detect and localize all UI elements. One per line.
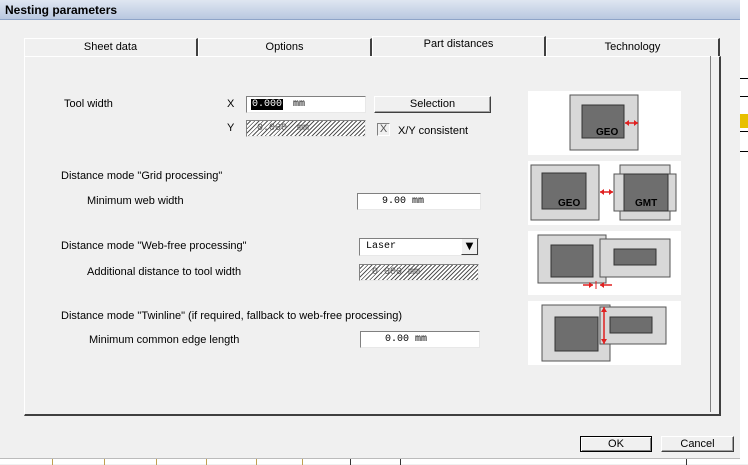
chevron-down-icon[interactable]: ▼ (461, 239, 478, 255)
web-free-mode-value: Laser (366, 241, 397, 252)
xy-consistent-label: X/Y consistent (398, 125, 469, 137)
tab-part-distances[interactable]: Part distances (372, 36, 546, 56)
tool-width-x-value: 0.000 (251, 99, 284, 110)
min-common-edge-value: 0.00 mm (385, 334, 428, 345)
tool-width-x-label: X (227, 98, 235, 110)
tool-width-x-field[interactable]: 0.000 mm (246, 96, 366, 113)
minimum-web-width-field[interactable]: 9.00 mm (357, 193, 481, 210)
tab-bar: Sheet data Options Part distances Techno… (24, 36, 720, 56)
geo-label: GEO (596, 127, 618, 138)
cancel-button[interactable]: Cancel (661, 436, 734, 452)
min-common-edge-label: Minimum common edge length (89, 334, 240, 346)
additional-distance-field: 0.000 mm (359, 264, 479, 281)
ok-button[interactable]: OK (580, 436, 652, 452)
yellow-cell (740, 114, 748, 128)
additional-distance-label: Additional distance to tool width (87, 266, 242, 278)
tool-width-illustration: GEO (528, 91, 681, 155)
web-free-mode-dropdown[interactable]: Laser ▼ (359, 238, 479, 256)
tool-width-y-value: 0.000 (257, 123, 288, 134)
twinline-heading: Distance mode "Twinline" (if required, f… (61, 310, 403, 322)
additional-distance-value: 0.000 mm (372, 267, 421, 278)
selection-button[interactable]: Selection (374, 96, 491, 113)
web-free-illustration (528, 231, 681, 295)
tool-width-y-field: 0.000 mm (246, 120, 366, 137)
minimum-web-width-label: Minimum web width (87, 195, 184, 207)
grid-processing-heading: Distance mode "Grid processing" (61, 170, 223, 182)
window-title: Nesting parameters (5, 3, 118, 17)
tab-options[interactable]: Options (198, 38, 372, 56)
background-window-strip (0, 458, 740, 465)
tool-width-y-unit: mm (297, 123, 310, 134)
xy-consistent-checkbox[interactable]: X (377, 123, 390, 136)
min-common-edge-field[interactable]: 0.00 mm (360, 331, 480, 348)
twinline-illustration (528, 301, 681, 365)
tab-technology[interactable]: Technology (546, 38, 720, 56)
title-bar: Nesting parameters (0, 0, 740, 20)
gmt-label: GMT (635, 198, 657, 209)
geo-label-2: GEO (558, 198, 580, 209)
grid-processing-illustration: GEO GMT (528, 161, 681, 225)
background-window-edge (740, 0, 748, 464)
tool-width-x-unit: mm (293, 99, 306, 110)
tool-width-y-label: Y (227, 122, 235, 134)
minimum-web-width-value: 9.00 mm (382, 196, 425, 207)
web-free-heading: Distance mode "Web-free processing" (61, 240, 247, 252)
tool-width-label: Tool width (64, 98, 113, 110)
tab-sheet-data[interactable]: Sheet data (24, 38, 198, 56)
